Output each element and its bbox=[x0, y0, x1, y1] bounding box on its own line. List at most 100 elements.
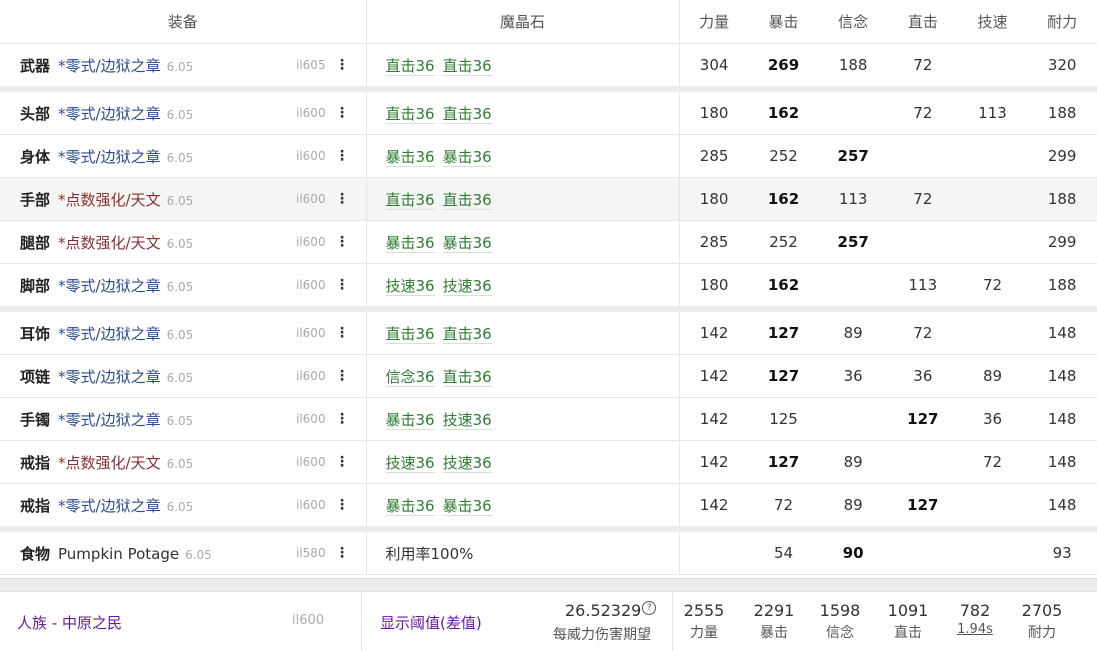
stat-skill-speed: 72 bbox=[957, 440, 1028, 484]
gear-name[interactable]: *零式/边狱之章 bbox=[58, 368, 161, 386]
gear-row[interactable]: 身体 *零式/边狱之章 6.05 il600 ⋮ 暴击36 暴击36 285 252 257 299 bbox=[0, 134, 1097, 178]
total-label: 力量 bbox=[690, 625, 718, 641]
more-options-icon[interactable]: ⋮ bbox=[335, 545, 349, 561]
header-crit[interactable]: 暴击 bbox=[748, 0, 819, 44]
header-direct-hit[interactable]: 直击 bbox=[888, 0, 958, 44]
gear-row[interactable]: 头部 *零式/边狱之章 6.05 il600 ⋮ 直击36 直击36 180 162 72 113 1… bbox=[0, 86, 1097, 135]
more-options-icon[interactable]: ⋮ bbox=[335, 57, 349, 73]
materia-slot[interactable]: 暴击36 bbox=[442, 147, 492, 167]
patch-version: 6.05 bbox=[166, 59, 194, 74]
header-skill-speed[interactable]: 技速 bbox=[957, 0, 1028, 44]
damage-value: 26.52329 bbox=[565, 601, 642, 620]
gear-table-body: 武器 *零式/边狱之章 6.05 il605 ⋮ 直击36 直击36 304 269 188 72 3… bbox=[0, 43, 1097, 575]
stat-direct-hit bbox=[888, 220, 958, 264]
total-vitality: 2705 耐力 bbox=[1012, 601, 1072, 642]
slot-label: 耳饰 bbox=[20, 324, 51, 343]
equipment-cell: 手部 *点数强化/天文 6.05 il600 ⋮ bbox=[0, 177, 367, 221]
materia-slot[interactable]: 技速36 bbox=[442, 410, 492, 430]
equipment-cell: 武器 *零式/边狱之章 6.05 il605 ⋮ bbox=[0, 43, 367, 90]
materia-slot[interactable]: 暴击36 bbox=[385, 410, 435, 430]
race-selector[interactable]: 人族 - 中原之民 bbox=[17, 612, 122, 633]
more-options-icon[interactable]: ⋮ bbox=[335, 105, 349, 121]
materia-slot[interactable]: 技速36 bbox=[385, 276, 435, 296]
equipment-cell: 身体 *零式/边狱之章 6.05 il600 ⋮ bbox=[0, 134, 367, 178]
stat-strength bbox=[679, 526, 749, 575]
footer-divider bbox=[361, 592, 362, 651]
materia-slot[interactable]: 直击36 bbox=[385, 104, 435, 124]
materia-slot[interactable]: 技速36 bbox=[385, 453, 435, 473]
gear-row[interactable]: 手部 *点数强化/天文 6.05 il600 ⋮ 直击36 直击36 180 162 113 72 1… bbox=[0, 177, 1097, 221]
header-determination[interactable]: 信念 bbox=[818, 0, 888, 44]
stat-determination: 188 bbox=[818, 43, 888, 90]
item-level: il600 bbox=[296, 412, 326, 426]
materia-slot[interactable]: 暴击36 bbox=[442, 496, 492, 516]
stat-strength: 142 bbox=[679, 483, 749, 530]
more-options-icon[interactable]: ⋮ bbox=[335, 148, 349, 164]
header-vitality[interactable]: 耐力 bbox=[1027, 0, 1097, 44]
materia-slot[interactable]: 暴击36 bbox=[385, 233, 435, 253]
materia-slot[interactable]: 直击36 bbox=[442, 104, 492, 124]
more-options-icon[interactable]: ⋮ bbox=[335, 497, 349, 513]
more-options-icon[interactable]: ⋮ bbox=[335, 277, 349, 293]
gear-name[interactable]: *点数强化/天文 bbox=[58, 454, 161, 472]
materia-slot[interactable]: 直击36 bbox=[385, 324, 435, 344]
damage-per-potency: 26.52329? bbox=[565, 601, 657, 620]
gear-row[interactable]: 脚部 *零式/边狱之章 6.05 il600 ⋮ 技速36 技速36 180 162 113 72 1… bbox=[0, 263, 1097, 310]
gear-row[interactable]: 戒指 *零式/边狱之章 6.05 il600 ⋮ 暴击36 暴击36 142 72 89 127 14… bbox=[0, 483, 1097, 530]
stat-vitality: 148 bbox=[1027, 440, 1097, 484]
gear-row[interactable]: 手镯 *零式/边狱之章 6.05 il600 ⋮ 暴击36 技速36 142 125 127 36 1… bbox=[0, 397, 1097, 441]
materia-slot[interactable]: 暴击36 bbox=[385, 496, 435, 516]
materia-slot[interactable]: 直击36 bbox=[442, 324, 492, 344]
patch-version: 6.05 bbox=[166, 499, 194, 514]
gear-name[interactable]: *零式/边狱之章 bbox=[58, 277, 161, 295]
gear-row[interactable]: 武器 *零式/边狱之章 6.05 il605 ⋮ 直击36 直击36 304 269 188 72 3… bbox=[0, 43, 1097, 90]
total-value: 2705 bbox=[1021, 601, 1063, 620]
gear-name[interactable]: *零式/边狱之章 bbox=[58, 105, 161, 123]
gear-name[interactable]: *点数强化/天文 bbox=[58, 234, 161, 252]
gear-row[interactable]: 腿部 *点数强化/天文 6.05 il600 ⋮ 暴击36 暴击36 285 252 257 299 bbox=[0, 220, 1097, 264]
gear-row[interactable]: 项链 *零式/边狱之章 6.05 il600 ⋮ 信念36 直击36 142 127 36 36 89… bbox=[0, 354, 1097, 398]
materia-slot[interactable]: 直击36 bbox=[442, 190, 492, 210]
materia-slot[interactable]: 暴击36 bbox=[442, 233, 492, 253]
more-options-icon[interactable]: ⋮ bbox=[335, 368, 349, 384]
materia-slot[interactable]: 直击36 bbox=[385, 56, 435, 76]
materia-slot[interactable]: 直击36 bbox=[442, 56, 492, 76]
materia-slot[interactable]: 技速36 bbox=[442, 453, 492, 473]
header-strength[interactable]: 力量 bbox=[679, 0, 749, 44]
more-options-icon[interactable]: ⋮ bbox=[335, 454, 349, 470]
gear-name[interactable]: Pumpkin Potage bbox=[58, 545, 179, 563]
total-skill-speed: 782 1.94s bbox=[945, 601, 1005, 637]
stat-crit: 127 bbox=[748, 354, 819, 398]
show-threshold-link[interactable]: 显示阈值(差值) bbox=[380, 612, 482, 633]
gear-name[interactable]: *零式/边狱之章 bbox=[58, 325, 161, 343]
equipment-cell: 戒指 *点数强化/天文 6.05 il600 ⋮ bbox=[0, 440, 367, 484]
stat-direct-hit: 72 bbox=[888, 86, 958, 135]
materia-slot[interactable]: 直击36 bbox=[385, 190, 435, 210]
more-options-icon[interactable]: ⋮ bbox=[335, 325, 349, 341]
materia-slot[interactable]: 信念36 bbox=[385, 367, 435, 387]
slot-label: 戒指 bbox=[20, 496, 51, 515]
gear-name[interactable]: *零式/边狱之章 bbox=[58, 497, 161, 515]
gear-name[interactable]: *零式/边狱之章 bbox=[58, 148, 161, 166]
help-icon[interactable]: ? bbox=[642, 601, 657, 615]
materia-cell: 暴击36 暴击36 bbox=[366, 134, 680, 178]
gear-row[interactable]: 耳饰 *零式/边狱之章 6.05 il600 ⋮ 直击36 直击36 142 127 89 72 14… bbox=[0, 306, 1097, 355]
stat-vitality: 148 bbox=[1027, 483, 1097, 530]
materia-slot[interactable]: 技速36 bbox=[442, 276, 492, 296]
more-options-icon[interactable]: ⋮ bbox=[335, 191, 349, 207]
stat-skill-speed bbox=[957, 483, 1028, 530]
gear-row[interactable]: 食物 Pumpkin Potage 6.05 il580 ⋮ 利用率100% 54 90 93 bbox=[0, 526, 1097, 575]
gear-row[interactable]: 戒指 *点数强化/天文 6.05 il600 ⋮ 技速36 技速36 142 127 89 72 14… bbox=[0, 440, 1097, 484]
stat-vitality: 299 bbox=[1027, 134, 1097, 178]
slot-label: 戒指 bbox=[20, 453, 51, 472]
gear-name[interactable]: *零式/边狱之章 bbox=[58, 57, 161, 75]
more-options-icon[interactable]: ⋮ bbox=[335, 234, 349, 250]
more-options-icon[interactable]: ⋮ bbox=[335, 411, 349, 427]
gear-name[interactable]: *点数强化/天文 bbox=[58, 191, 161, 209]
patch-version: 6.05 bbox=[166, 279, 194, 294]
materia-slot[interactable]: 直击36 bbox=[442, 367, 492, 387]
materia-slot[interactable]: 暴击36 bbox=[385, 147, 435, 167]
item-level: il580 bbox=[296, 546, 326, 560]
slot-label: 手镯 bbox=[20, 410, 51, 429]
gear-name[interactable]: *零式/边狱之章 bbox=[58, 411, 161, 429]
